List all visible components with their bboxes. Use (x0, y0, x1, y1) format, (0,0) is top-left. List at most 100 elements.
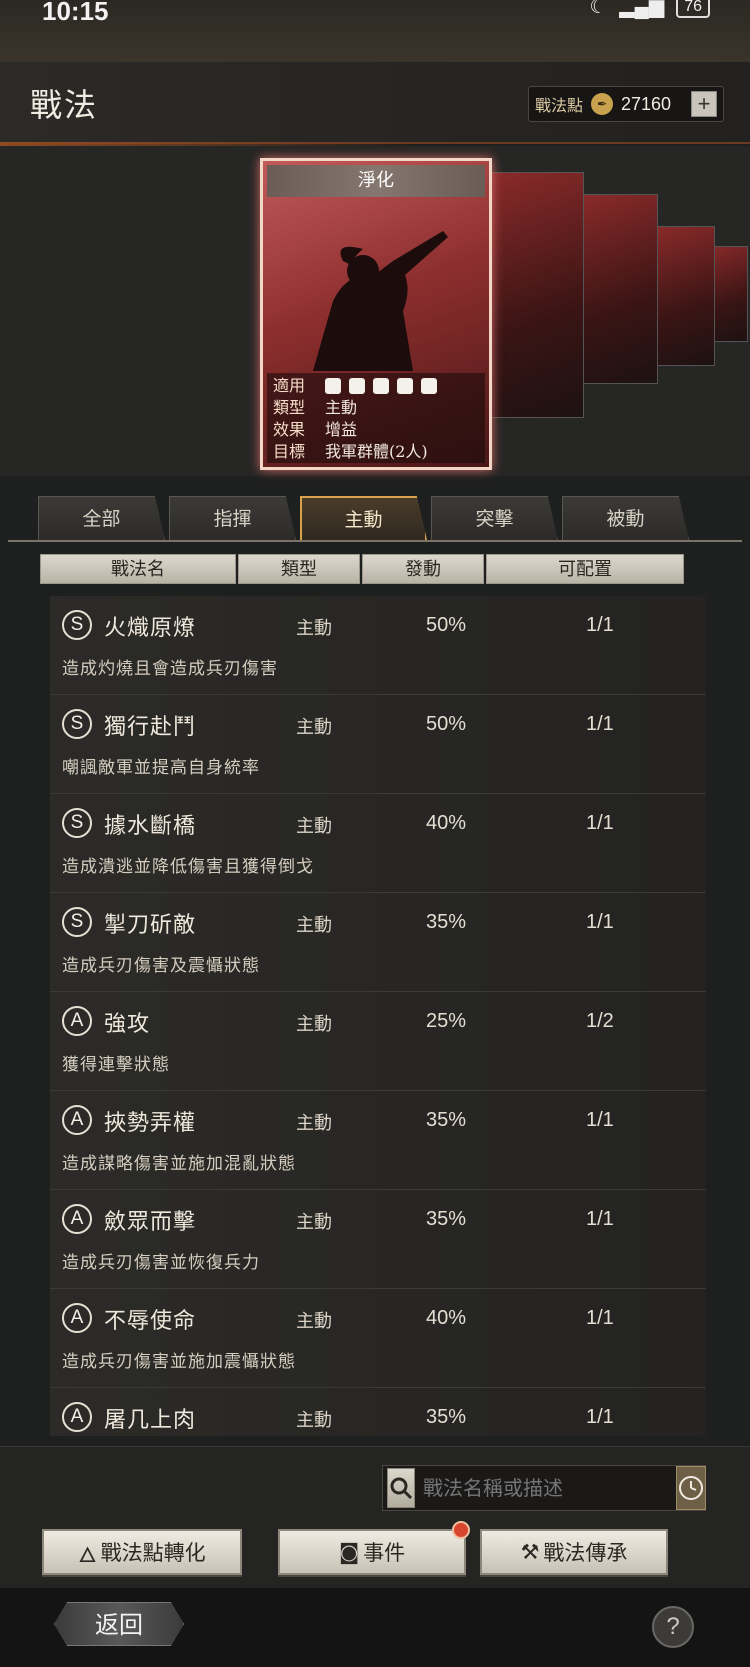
skill-rate: 50% (426, 614, 467, 636)
grade-badge: S (62, 610, 92, 640)
column-header-type[interactable]: 類型 (238, 554, 360, 584)
type-value: 主動 (325, 398, 358, 417)
skill-name: 據水斷橋 (104, 814, 197, 839)
feather-icon: ✒ (591, 93, 614, 115)
skill-rate: 25% (426, 1010, 467, 1032)
skill-description: 造成潰逃並降低傷害且獲得倒戈 (62, 857, 314, 877)
skill-name: 獨行赴鬥 (104, 715, 197, 740)
moon-icon: ☾ (589, 0, 608, 18)
background-card[interactable] (655, 226, 715, 366)
tab-passive[interactable]: 被動 (562, 496, 689, 540)
history-button[interactable] (676, 1466, 706, 1510)
skill-config: 1/1 (586, 1307, 614, 1329)
skill-card-carousel[interactable]: 淨化 適用 類型 主動 效果 增益 目標 我軍群體(2人) (0, 146, 750, 476)
skill-config: 1/1 (586, 1109, 614, 1131)
back-button[interactable]: 返回 (54, 1602, 184, 1646)
skill-name: 強攻 (104, 1012, 151, 1037)
grade-badge: S (62, 808, 92, 838)
status-time: 10:15 (42, 0, 109, 26)
tab-active[interactable]: 主動 (300, 496, 427, 540)
selected-skill-card[interactable]: 淨化 適用 類型 主動 效果 增益 目標 我軍群體(2人) (260, 158, 492, 470)
background-card[interactable] (490, 172, 584, 418)
skill-config: 1/1 (586, 1406, 614, 1428)
skill-type: 主動 (296, 1212, 332, 1233)
search-box (382, 1465, 706, 1511)
grade-badge: A (62, 1105, 92, 1135)
skill-config: 1/2 (586, 1010, 614, 1032)
skill-type: 主動 (296, 1113, 332, 1134)
background-card[interactable] (580, 194, 658, 384)
skill-type: 主動 (296, 618, 332, 639)
column-header-config[interactable]: 可配置 (486, 554, 684, 584)
tab-command[interactable]: 指揮 (169, 496, 296, 540)
battery-icon: 76 (676, 0, 710, 18)
event-label: 事件 (363, 1541, 406, 1565)
skill-row[interactable]: A 挾勢弄權 主動 35% 1/1 造成謀略傷害並施加混亂狀態 (50, 1091, 706, 1190)
notification-badge (452, 1521, 470, 1539)
shield-icon (349, 378, 365, 394)
skill-row[interactable]: S 據水斷橋 主動 40% 1/1 造成潰逃並降低傷害且獲得倒戈 (50, 794, 706, 893)
skill-name: 挾勢弄權 (104, 1111, 197, 1136)
skill-description: 造成兵刃傷害及震懾狀態 (62, 956, 260, 976)
skill-name: 火熾原燎 (104, 616, 197, 641)
grade-badge: A (62, 1006, 92, 1036)
skill-type: 主動 (296, 717, 332, 738)
grade-badge: A (62, 1303, 92, 1333)
skill-config: 1/1 (586, 614, 614, 636)
tab-assault[interactable]: 突擊 (431, 496, 558, 540)
skill-rate: 50% (426, 713, 467, 735)
grade-badge: S (62, 907, 92, 937)
skill-list[interactable]: S 火熾原燎 主動 50% 1/1 造成灼燒且會造成兵刃傷害 S 獨行赴鬥 主動… (50, 596, 706, 1436)
card-title: 淨化 (267, 165, 485, 197)
siege-icon (421, 378, 437, 394)
warrior-silhouette-icon (313, 231, 448, 371)
skill-config: 1/1 (586, 812, 614, 834)
skill-row[interactable]: A 不辱使命 主動 40% 1/1 造成兵刃傷害並施加震懾狀態 (50, 1289, 706, 1388)
skill-description: 造成兵刃傷害並恢復兵力 (62, 1253, 260, 1273)
skill-row[interactable]: A 斂眾而擊 主動 35% 1/1 造成兵刃傷害並恢復兵力 (50, 1190, 706, 1289)
skill-rate: 35% (426, 1406, 467, 1428)
alert-icon: ◙ (338, 1540, 360, 1564)
inherit-label: 戰法傳承 (543, 1541, 628, 1565)
search-button[interactable] (387, 1468, 415, 1508)
signal-icon: ▂▄▆ (619, 0, 665, 18)
card-info-panel: 適用 類型 主動 效果 增益 目標 我軍群體(2人) (267, 373, 485, 463)
convert-points-button[interactable]: 🜂 戰法點轉化 (42, 1529, 242, 1575)
skill-points-value: 27160 (621, 93, 672, 114)
skill-rate: 35% (426, 911, 467, 933)
search-input[interactable] (415, 1468, 676, 1508)
bottom-panel: 🜂 戰法點轉化 ◙ 事件 ⚒ 戰法傳承 (0, 1446, 750, 1588)
help-button[interactable]: ? (652, 1606, 694, 1648)
tab-all[interactable]: 全部 (38, 496, 165, 540)
clock-icon (679, 1476, 703, 1500)
footer: 返回 ? (0, 1588, 750, 1667)
skill-rate: 40% (426, 1307, 467, 1329)
card-effect-row: 效果 增益 (273, 419, 479, 441)
effect-value: 增益 (325, 420, 358, 439)
applies-label: 適用 (273, 376, 306, 395)
type-label: 類型 (273, 398, 306, 417)
inherit-button[interactable]: ⚒ 戰法傳承 (480, 1529, 668, 1575)
card-type-row: 類型 主動 (273, 397, 479, 419)
skill-row[interactable]: S 獨行赴鬥 主動 50% 1/1 嘲諷敵軍並提高自身統率 (50, 695, 706, 794)
skill-type: 主動 (296, 915, 332, 936)
skill-rate: 35% (426, 1109, 467, 1131)
event-button[interactable]: ◙ 事件 (278, 1521, 470, 1575)
skill-description: 造成兵刃傷害並施加震懾狀態 (62, 1352, 296, 1372)
skill-row[interactable]: A 強攻 主動 25% 1/2 獲得連擊狀態 (50, 992, 706, 1091)
column-header-rate[interactable]: 發動 (362, 554, 484, 584)
skill-config: 1/1 (586, 713, 614, 735)
skill-row[interactable]: S 火熾原燎 主動 50% 1/1 造成灼燒且會造成兵刃傷害 (50, 596, 706, 695)
effect-label: 效果 (273, 420, 306, 439)
tabs-divider (8, 540, 742, 542)
category-tabs: 全部 指揮 主動 突擊 被動 (38, 496, 689, 540)
hammer-icon: ⚒ (520, 1540, 540, 1564)
column-header-name[interactable]: 戰法名 (40, 554, 236, 584)
flame-icon: 🜂 (78, 1542, 97, 1567)
skill-row[interactable]: S 掣刀斫敵 主動 35% 1/1 造成兵刃傷害及震懾狀態 (50, 893, 706, 992)
skill-type: 主動 (296, 1311, 332, 1332)
column-headers: 戰法名 類型 發動 可配置 (40, 554, 684, 584)
skill-row[interactable]: A 屠几上肉 主動 35% 1/1 (50, 1388, 706, 1436)
add-points-button[interactable]: + (691, 91, 718, 117)
page-header: 戰法 戰法點 ✒ 27160 + (0, 62, 750, 148)
